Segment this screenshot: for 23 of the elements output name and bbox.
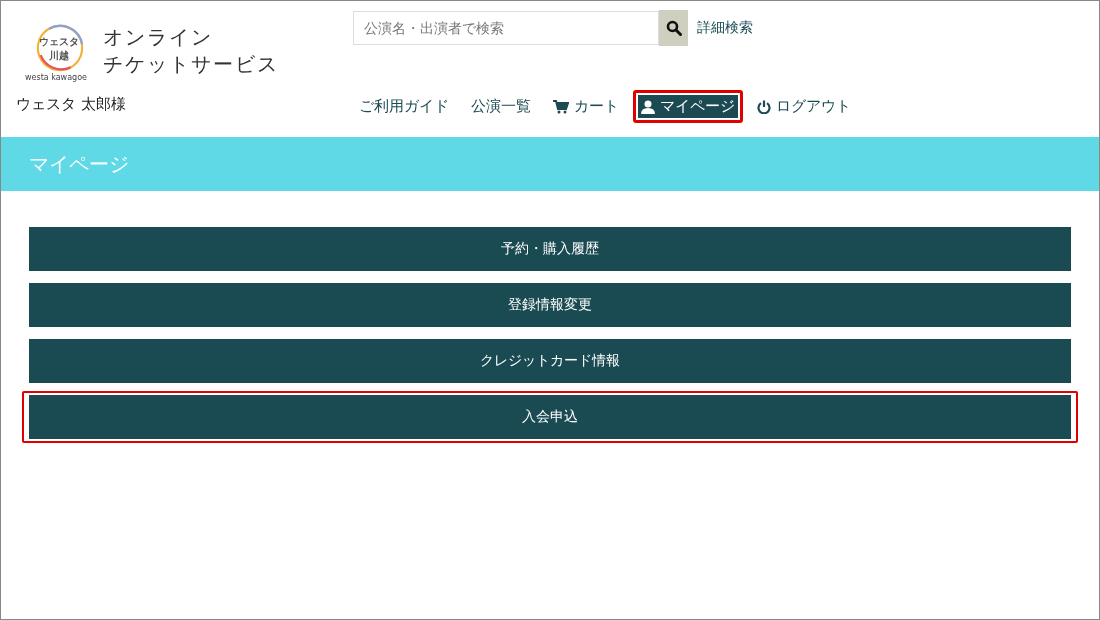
menu-button[interactable]: 登録情報変更 (29, 283, 1071, 327)
logo-text: ウェスタ (39, 35, 79, 49)
search-field[interactable]: 公演名・出演者で検索 (353, 11, 659, 45)
power-icon (757, 99, 771, 114)
nav-link[interactable]: カート (545, 90, 627, 123)
menu-button[interactable]: 入会申込 (29, 395, 1071, 439)
page-title: マイページ (29, 150, 129, 178)
cart-icon (553, 99, 569, 114)
site-title: オンライン (103, 24, 214, 51)
logo-text: 川越 (49, 49, 69, 63)
search-icon (665, 20, 682, 36)
nav-link[interactable]: ログアウト (749, 90, 859, 123)
nav-link[interactable]: ご利用ガイド (351, 90, 457, 123)
menu-button[interactable]: 予約・購入履歴 (29, 227, 1071, 271)
menu-button[interactable]: クレジットカード情報 (29, 339, 1071, 383)
person-icon (641, 99, 655, 114)
user-name: ウェスタ 太郎様 (16, 95, 127, 114)
advanced-search-link[interactable]: 詳細検索 (697, 19, 753, 37)
site-title: チケットサービス (103, 51, 279, 78)
search-button[interactable] (659, 10, 688, 46)
nav-link[interactable]: 公演一覧 (463, 90, 539, 123)
logo-caption: westa kawagoe (25, 73, 87, 82)
nav-link[interactable]: マイページ (633, 90, 743, 123)
